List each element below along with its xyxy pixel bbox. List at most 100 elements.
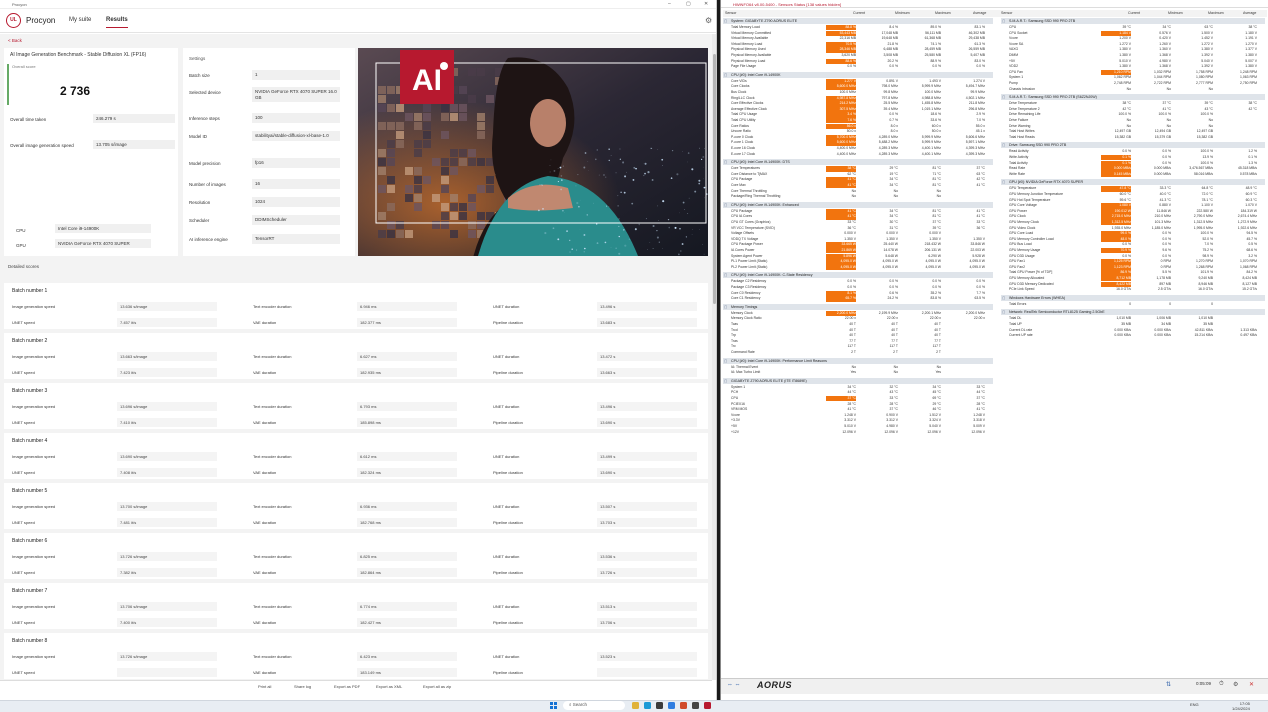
sensor-row[interactable]: Core VIDs 1.277 V 0.891 V 1.493 V 1.274 V <box>723 78 993 85</box>
sensor-row[interactable]: CPU 37 °C 33 °C 69 °C 37 °C <box>723 396 993 402</box>
back-link[interactable]: < Back <box>8 38 22 43</box>
col-minimum[interactable]: Minimum <box>895 11 910 15</box>
sensor-row[interactable]: CPU Package Power 33.665 W 25.440 W 218.432… <box>723 242 993 248</box>
sensor-row[interactable]: P-core 0 Clock 5,700.0 MHz 4,289.0 MHz 5,99… <box>723 134 993 141</box>
sensor-row[interactable]: System 1 34 °C 32 °C 34 °C 33 °C <box>723 385 993 390</box>
sensor-row[interactable]: Read Rate 0.000 MB/s 0.000 MB/s 3,476.567 M… <box>1001 166 1265 172</box>
sensor-row[interactable]: Total Host Reads 15,382 GB 15,379 GB 15,382… <box>1001 135 1265 140</box>
sensor-row[interactable]: Chassis Intrusion No No No <box>1001 87 1265 92</box>
sensor-row[interactable]: Read Activity 0.0 % 0.0 % 100.0 % 1.2 % <box>1001 149 1265 154</box>
sensor-row[interactable]: Drive Warning No No No <box>1001 124 1265 129</box>
system-tray-language[interactable]: ENG <box>1190 702 1199 707</box>
sensor-row[interactable]: +12V 12.096 V 12.096 V 12.096 V 12.096 V <box>723 430 993 435</box>
sensor-group-header[interactable]: CPU [#0]: Intel Core i9-14900K <box>723 71 993 78</box>
sensor-row[interactable]: IA Cores Power 21.869 W 14.078 W 206.131 W 2… <box>723 248 993 254</box>
sensor-row[interactable]: CPU IA Cores 41 °C 34 °C 81 °C 41 °C <box>723 214 993 220</box>
sensor-row[interactable]: CPU Socket 1.184 V 0.576 V 1.500 V 1.180 V <box>1001 30 1265 36</box>
col-minimum-right[interactable]: Minimum <box>1168 11 1183 15</box>
sensor-row[interactable]: Trcd 40 T 40 T 40 T <box>723 328 993 333</box>
sensor-row[interactable]: +3.3V 3.312 V 3.312 V 3.324 V 3.318 V <box>723 418 993 423</box>
sensor-row[interactable]: Tras 77 T 77 T 77 T <box>723 339 993 344</box>
store-icon[interactable] <box>656 702 663 709</box>
hwinfo-taskbar-icon[interactable] <box>668 702 675 709</box>
sensor-row[interactable]: E-core 16 Clock 4,400.0 MHz 4,289.3 MHz 4,4… <box>723 146 993 151</box>
sensor-row[interactable]: GPU Fan1 1,125 RPM 0 RPM 1,270 RPM 1,070 RPM <box>1001 259 1265 265</box>
sensor-row[interactable]: E-core 17 Clock 4,400.0 MHz 4,289.3 MHz 4,4… <box>723 152 993 157</box>
sensor-row[interactable]: Core Effective Clocks 214.2 MHz 25.5 MHz 1,… <box>723 101 993 107</box>
sensor-row[interactable]: Physical Memory Load 88.6 % 20.2 % 88.9 % 83… <box>723 58 993 64</box>
sensor-row[interactable]: VR VCC Temperature (SVID) 36 °C 31 °C 39 °C… <box>723 226 993 231</box>
sensor-row[interactable]: Memory Clock Ratio 22.00 x 22.00 x 22.00 x 2… <box>723 316 993 321</box>
sensor-row[interactable]: Core Max 41 °C 34 °C 81 °C 41 °C <box>723 183 993 189</box>
sensor-row[interactable]: GPU Memory Controller Load 48.0 % 0.0 % 52.… <box>1001 236 1265 243</box>
sensor-row[interactable]: Total Host Writes 12,497 GB 12,494 GB 12,49… <box>1001 129 1265 134</box>
sensor-row[interactable]: GPU Hot Spot Temperature 59.6 °C 41.3 °C 78… <box>1001 198 1265 203</box>
sensor-row[interactable]: Total GPU Power [% of TDP] 86.9 % 5.5 % 101… <box>1001 270 1265 276</box>
sensor-row[interactable]: GPU Video Clock 1,935.0 MHz 1,185.0 MHz 1,9… <box>1001 226 1265 231</box>
sensor-row[interactable]: Page File Usage 0.0 % 0.0 % 0.0 % 0.0 % <box>723 64 993 69</box>
col-maximum[interactable]: Maximum <box>935 11 951 15</box>
sensor-row[interactable]: Physical Memory Available 3,620 MB 3,508 M… <box>723 53 993 58</box>
reset-clock-icon[interactable]: ⏱ <box>1219 681 1224 688</box>
sensor-row[interactable]: Memory Clock 2,200.0 MHz 2,199.9 MHz 2,200.… <box>723 310 993 317</box>
sensor-row[interactable]: IA: Max Turbo Limit Yes No Yes <box>723 370 993 375</box>
sensor-row[interactable]: System 1 1,062 RPM 1,044 RPM 1,080 RPM 1,063… <box>1001 75 1265 80</box>
sensor-row[interactable]: Vcore 1.200 V 0.420 V 1.452 V 1.191 V <box>1001 36 1265 41</box>
sensor-row[interactable]: GPU Fan2 1,123 RPM 0 RPM 1,268 RPM 1,068 RPM <box>1001 264 1265 271</box>
taskbar-clock[interactable]: 17:05 1/24/2024 <box>1232 701 1250 711</box>
sensor-row[interactable]: Package C3 Residency 0.0 % 0.0 % 0.0 % 0.0 % <box>723 285 993 290</box>
sensor-row[interactable]: Voltage Offsets 0.000 V 0.000 V 0.000 V <box>723 231 993 236</box>
settings-icon[interactable]: ⚙ <box>1233 681 1238 688</box>
sensor-row[interactable]: Total DL 1,010 MB 1,006 MB 1,010 MB <box>1001 316 1265 321</box>
sensor-row[interactable]: Core C0 Residency 8.1 % 0.6 % 35.2 % 7.7 % <box>723 290 993 296</box>
sensor-row[interactable]: Uncore Ratio 50.0 x 8.0 x 50.0 x 45.1 x <box>723 129 993 134</box>
sensor-row[interactable]: VDD2 1.380 V 1.368 V 1.392 V 1.380 V <box>1001 64 1265 69</box>
col-average[interactable]: Average <box>973 11 986 15</box>
sensor-row[interactable]: Total Activity 0.1 % 0.0 % 100.0 % 1.3 % <box>1001 160 1265 166</box>
export-xml-button[interactable]: Export as XML <box>376 684 402 689</box>
procyon-taskbar-icon[interactable] <box>704 702 711 709</box>
sensor-row[interactable]: Write Rate 0.145 MB/s 0.000 MB/s 58.016 MB/… <box>1001 171 1265 178</box>
sensor-row[interactable]: GPU Memory Allocated 8,712 MB 1,178 MB 9,24… <box>1001 276 1265 282</box>
sensor-row[interactable]: GPU Core Voltage 1.080 V 0.880 V 1.100 V 1.0… <box>1001 203 1265 209</box>
app-taskbar-icon[interactable] <box>680 702 687 709</box>
sensor-row[interactable]: Core Clocks 5,600.0 MHz 798.0 MHz 5,999.9 M… <box>723 84 993 90</box>
sensor-row[interactable]: Command Rate 2 T 2 T 2 T <box>723 350 993 355</box>
sensor-group-header[interactable]: System: GIGABYTE Z790 AORUS ELITE <box>723 18 993 24</box>
sensor-row[interactable]: GPU Memory Usage 70.9 % 9.6 % 75.2 % 68.6 % <box>1001 248 1265 254</box>
settings-gear-icon[interactable]: ⚙ <box>705 16 712 25</box>
sensor-row[interactable]: Total CPU Usage 3.4 % 0.0 % 18.6 % 2.9 % <box>723 112 993 118</box>
sensor-row[interactable]: Write Activity 0.1 % 0.0 % 13.9 % 0.1 % <box>1001 155 1265 161</box>
sensor-row[interactable]: VAXG 1.380 V 1.360 V 1.380 V 1.377 V <box>1001 47 1265 52</box>
sensor-row[interactable]: PCIe Link Speed 16.0 GT/s 2.5 GT/s 16.0 GT/… <box>1001 287 1265 292</box>
sensor-row[interactable]: Drive Remaining Life 100.0 % 100.0 % 100.0 … <box>1001 112 1265 117</box>
sensor-row[interactable]: DIMM 1.380 V 1.368 V 1.392 V 1.380 V <box>1001 53 1265 58</box>
sensor-group-header[interactable]: CPU [#0]: Intel Core i9-14900K: Performa… <box>723 357 993 364</box>
windows-start-icon[interactable] <box>550 702 557 709</box>
sensor-row[interactable]: GPU Bus Load 0.0 % 0.0 % 7.0 % 0.5 % <box>1001 242 1265 247</box>
file-explorer-icon[interactable] <box>632 702 639 709</box>
sensor-row[interactable]: VRM MOS 41 °C 37 °C 46 °C 41 °C <box>723 407 993 412</box>
sensor-group-header[interactable]: Network: RealTek Semiconductor RTL8125 G… <box>1001 309 1265 316</box>
sensor-group-header[interactable]: S.M.A.R.T.: Samsung SSD 990 PRO 2TB <box>1001 18 1265 24</box>
sensor-row[interactable]: VDDQ TX Voltage 1.350 V 1.350 V 1.350 V 1.35… <box>723 237 993 242</box>
sensor-row[interactable]: Core Thermal Throttling No No No <box>723 189 993 194</box>
sensor-row[interactable]: PL1 Power Limit (Static) 4,095.0 W 4,095.0… <box>723 259 993 265</box>
export-pdf-button[interactable]: Export as PDF <box>334 684 360 689</box>
sensor-group-header[interactable]: Drive: Samsung SSD 990 PRO 2TB <box>1001 142 1265 149</box>
network-icon[interactable]: ⇅ <box>1166 681 1171 688</box>
close-sensors-icon[interactable]: ✕ <box>1249 681 1254 688</box>
taskbar-search[interactable]: ⌕ Search <box>563 701 625 710</box>
sensor-row[interactable]: Average Effective Clock 307.5 MHz 39.4 MHz… <box>723 106 993 113</box>
col-maximum-right[interactable]: Maximum <box>1208 11 1224 15</box>
sensor-row[interactable]: Total Memory Load 88.8 % 8.4 % 89.0 % 83.1 % <box>723 25 993 31</box>
sensor-row[interactable]: GPU Memory Junction Temperature 60.0 °C 40… <box>1001 192 1265 197</box>
sensor-row[interactable]: Total UP 35 MB 34 MB 35 MB <box>1001 322 1265 327</box>
edge-icon[interactable] <box>644 702 651 709</box>
sensor-row[interactable]: Virtual Memory Committed 53,443 MB 17,048 … <box>723 30 993 36</box>
sensor-row[interactable]: Trp 40 T 40 T 40 T <box>723 333 993 338</box>
sensor-group-header[interactable]: Memory Timings <box>723 303 993 310</box>
sensor-row[interactable]: Trc 117 T 117 T 117 T <box>723 344 993 349</box>
minimize-button[interactable]: – <box>668 1 671 7</box>
sensor-row[interactable]: GPU Core Load 99.0 % 0.0 % 100.0 % 94.5 % <box>1001 231 1265 237</box>
